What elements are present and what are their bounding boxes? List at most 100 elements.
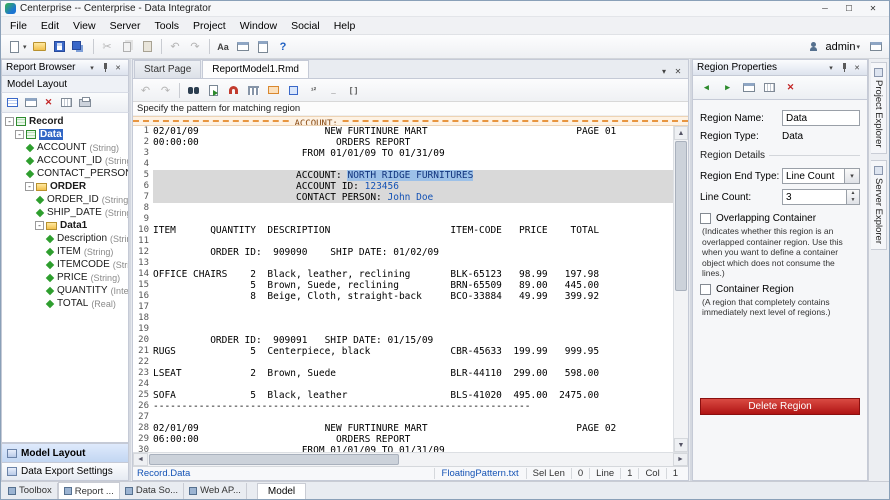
open-file-icon[interactable] bbox=[30, 38, 49, 56]
nav-data-export-settings[interactable]: Data Export Settings bbox=[1, 462, 129, 481]
copy-icon[interactable] bbox=[118, 38, 137, 56]
save-all-icon[interactable] bbox=[70, 38, 89, 56]
chevron-down-icon[interactable]: ▾ bbox=[845, 168, 860, 184]
tree-item-data1[interactable]: - Data1 bbox=[2, 219, 128, 232]
tree-item-item[interactable]: ITEM (String) bbox=[2, 245, 128, 258]
stepper-buttons[interactable]: ▲ ▼ bbox=[847, 189, 860, 205]
scroll-right-icon[interactable]: ► bbox=[673, 453, 688, 466]
tree-item-description[interactable]: Description(String) bbox=[2, 232, 128, 245]
line-numbers-icon[interactable]: ¹² bbox=[304, 81, 323, 99]
window-layout-icon[interactable] bbox=[234, 38, 253, 56]
brackets-icon[interactable]: [ ] bbox=[344, 81, 363, 99]
menu-project[interactable]: Project bbox=[186, 18, 233, 34]
tree-item-ship_date[interactable]: SHIP_DATE(String) bbox=[2, 206, 128, 219]
menu-window[interactable]: Window bbox=[233, 18, 284, 34]
delete-region-button[interactable]: Delete Region bbox=[700, 397, 860, 415]
tree-item-contact_person[interactable]: CONTACT_PERSON(String) bbox=[2, 167, 128, 180]
horizontal-scrollbar-track[interactable] bbox=[400, 453, 673, 466]
next-region-icon[interactable]: ▸ bbox=[718, 79, 737, 97]
magnet-icon[interactable] bbox=[224, 81, 243, 99]
add-field-icon[interactable] bbox=[284, 81, 303, 99]
tree-item-total[interactable]: TOTAL (Real) bbox=[2, 297, 128, 310]
chevron-down-icon[interactable]: ▾ bbox=[825, 62, 837, 74]
checkbox-icon[interactable] bbox=[700, 283, 711, 295]
tab-report-browser[interactable]: Report ... bbox=[57, 482, 120, 499]
container-region-checkbox[interactable]: Container Region bbox=[700, 283, 860, 295]
tree-expander-icon[interactable]: - bbox=[5, 117, 14, 126]
region-end-type-select[interactable]: Line Count ▾ bbox=[782, 168, 860, 184]
tab-server-explorer[interactable]: Server Explorer bbox=[871, 159, 887, 250]
tab-toolbox[interactable]: Toolbox bbox=[3, 482, 58, 499]
pattern-bar[interactable]: ACCOUNT: bbox=[133, 116, 688, 126]
redo-icon[interactable]: ↷ bbox=[186, 38, 205, 56]
remove-region-icon[interactable]: ✕ bbox=[781, 79, 800, 97]
nav-model-layout[interactable]: Model Layout bbox=[1, 443, 129, 462]
checkbox-icon[interactable] bbox=[700, 213, 711, 224]
close-icon[interactable]: ✕ bbox=[851, 62, 863, 74]
document-list-icon[interactable]: ▾ bbox=[657, 64, 671, 78]
find-icon[interactable] bbox=[184, 81, 203, 99]
maximize-button[interactable]: ☐ bbox=[837, 2, 861, 15]
spin-up-icon[interactable]: ▲ bbox=[847, 190, 859, 197]
vertical-scrollbar-thumb[interactable] bbox=[675, 141, 687, 291]
pin-icon[interactable] bbox=[99, 62, 111, 74]
export-pattern-icon[interactable] bbox=[204, 81, 223, 99]
tab-project-explorer[interactable]: Project Explorer bbox=[871, 62, 887, 154]
tree-item-data[interactable]: - Data bbox=[2, 128, 128, 141]
underscore-icon[interactable]: _ bbox=[324, 81, 343, 99]
admin-menu[interactable]: admin ▾ bbox=[800, 38, 866, 56]
undo-icon[interactable]: ↶ bbox=[136, 81, 155, 99]
add-region-icon[interactable] bbox=[264, 81, 283, 99]
line-count-stepper[interactable]: 3 ▲ ▼ bbox=[782, 189, 860, 205]
tree-item-order[interactable]: - ORDER bbox=[2, 180, 128, 193]
vertical-scrollbar-track[interactable] bbox=[674, 292, 688, 438]
font-icon[interactable]: Aa bbox=[214, 38, 233, 56]
undo-icon[interactable]: ↶ bbox=[166, 38, 185, 56]
menu-view[interactable]: View bbox=[66, 18, 103, 34]
tree-item-record[interactable]: - Record bbox=[2, 115, 128, 128]
close-button[interactable]: ✕ bbox=[861, 2, 885, 15]
tree-item-order_id[interactable]: ORDER_ID(String) bbox=[2, 193, 128, 206]
help-icon[interactable]: ? bbox=[274, 38, 293, 56]
scroll-down-icon[interactable]: ▼ bbox=[674, 438, 688, 452]
menu-tools[interactable]: Tools bbox=[148, 18, 187, 34]
auto-create-layout-icon[interactable] bbox=[244, 81, 263, 99]
delete-node-icon[interactable]: ✕ bbox=[40, 95, 57, 111]
region-grid-icon[interactable] bbox=[760, 79, 779, 97]
overlapping-container-checkbox[interactable]: Overlapping Container bbox=[700, 213, 860, 224]
scroll-up-icon[interactable]: ▲ bbox=[674, 126, 688, 140]
minimize-button[interactable]: ─ bbox=[813, 2, 837, 15]
close-icon[interactable]: ✕ bbox=[112, 62, 124, 74]
paste-icon[interactable] bbox=[138, 38, 157, 56]
save-icon[interactable] bbox=[50, 38, 69, 56]
menu-edit[interactable]: Edit bbox=[34, 18, 66, 34]
chevron-down-icon[interactable]: ▾ bbox=[86, 62, 98, 74]
redo-icon[interactable]: ↷ bbox=[156, 81, 175, 99]
report-text[interactable]: 1 02/01/09 NEW FURTINURE MART PAGE 01 2 00:… bbox=[133, 126, 673, 452]
print-icon[interactable] bbox=[76, 95, 93, 111]
tree-expander-icon[interactable]: - bbox=[35, 221, 44, 230]
tab-start-page[interactable]: Start Page bbox=[134, 60, 202, 78]
close-document-icon[interactable]: ✕ bbox=[671, 64, 685, 78]
add-node-icon[interactable] bbox=[4, 95, 21, 111]
tree-item-itemcode[interactable]: ITEMCODE(String) bbox=[2, 258, 128, 271]
menu-social[interactable]: Social bbox=[284, 18, 327, 34]
tree-item-account[interactable]: ACCOUNT (String) bbox=[2, 141, 128, 154]
pattern-file-link[interactable]: FloatingPattern.txt bbox=[433, 468, 526, 479]
dock-layout-icon[interactable] bbox=[866, 38, 885, 56]
vertical-scrollbar[interactable]: ▲ ▼ bbox=[673, 126, 688, 452]
menu-file[interactable]: File bbox=[3, 18, 34, 34]
scroll-left-icon[interactable]: ◄ bbox=[133, 453, 148, 466]
horizontal-scrollbar[interactable]: ◄ ► bbox=[133, 452, 688, 466]
new-document-icon[interactable] bbox=[5, 38, 24, 56]
preview-region-icon[interactable] bbox=[739, 79, 758, 97]
pin-icon[interactable] bbox=[838, 62, 850, 74]
tree-item-price[interactable]: PRICE (String) bbox=[2, 271, 128, 284]
menu-help[interactable]: Help bbox=[327, 18, 363, 34]
region-name-input[interactable]: Data bbox=[782, 110, 860, 126]
tree-expander-icon[interactable]: - bbox=[25, 182, 34, 191]
menu-server[interactable]: Server bbox=[103, 18, 148, 34]
tree-expander-icon[interactable]: - bbox=[15, 130, 24, 139]
horizontal-scrollbar-thumb[interactable] bbox=[149, 454, 399, 465]
report-options-icon[interactable] bbox=[254, 38, 273, 56]
